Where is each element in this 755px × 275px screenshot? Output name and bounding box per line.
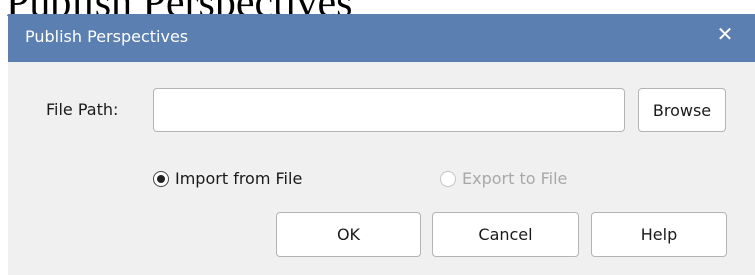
dialog-title: Publish Perspectives [25, 27, 189, 46]
radio-selected-icon [153, 170, 169, 187]
file-path-input[interactable] [153, 88, 625, 132]
import-from-file-radio[interactable]: Import from File [153, 169, 302, 188]
radio-unselected-icon [440, 170, 456, 187]
close-button[interactable]: ✕ [695, 14, 755, 54]
cancel-button[interactable]: Cancel [432, 212, 579, 257]
browse-button[interactable]: Browse [638, 88, 726, 132]
file-path-label: File Path: [46, 100, 119, 119]
title-bar: Publish Perspectives ✕ [8, 14, 755, 62]
export-to-file-label: Export to File [462, 169, 568, 188]
ok-button[interactable]: OK [276, 212, 421, 257]
export-to-file-radio: Export to File [440, 169, 567, 188]
publish-perspectives-dialog: Publish Perspectives ✕ File Path: Browse… [8, 14, 755, 275]
import-from-file-label: Import from File [175, 169, 303, 188]
close-icon: ✕ [716, 22, 734, 46]
help-button[interactable]: Help [591, 212, 727, 257]
